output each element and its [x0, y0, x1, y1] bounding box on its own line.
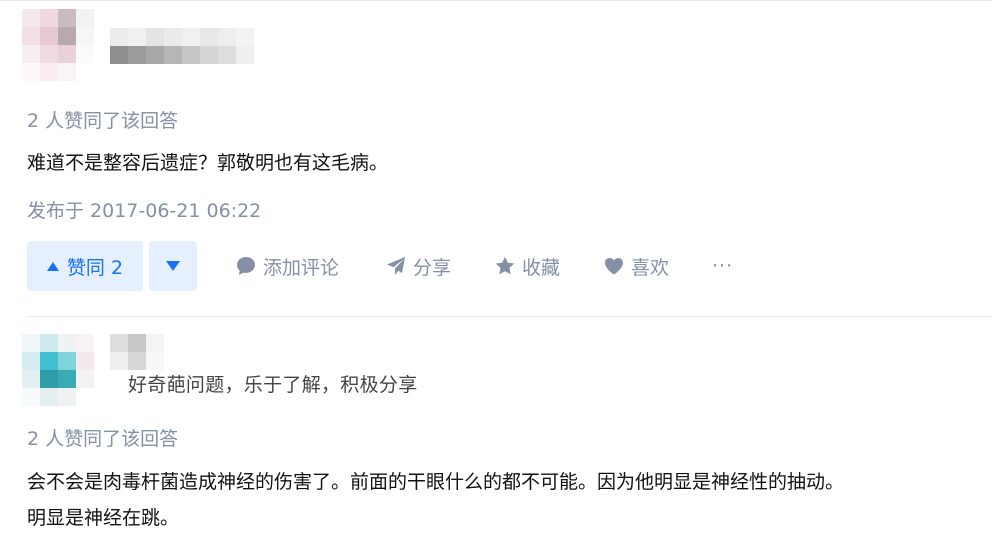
collect-label: 收藏 — [522, 256, 561, 279]
answer-content: 难道不是整容后遗症？郭敬明也有这毛病。 — [27, 152, 389, 174]
star-icon — [495, 256, 515, 275]
like-button[interactable]: 喜欢 — [603, 252, 669, 280]
author-name[interactable] — [110, 28, 254, 64]
comment-label: 添加评论 — [263, 256, 340, 279]
answer-content-line-2: 明显是神经在跳。 — [27, 507, 180, 529]
speech-bubble-icon — [237, 257, 255, 275]
paper-plane-icon — [387, 257, 405, 275]
top-divider — [0, 0, 992, 1]
more-button[interactable]: ··· — [712, 252, 733, 280]
collect-button[interactable]: 收藏 — [494, 252, 560, 280]
downvote-button[interactable] — [149, 241, 197, 291]
share-label: 分享 — [413, 256, 452, 279]
author-avatar[interactable] — [22, 334, 94, 406]
answer-content-line-1: 会不会是肉毒杆菌造成神经的伤害了。前面的干眼什么的都不可能。因为他明显是神经性的… — [27, 471, 845, 493]
publish-time[interactable]: 发布于 2017-06-21 06:22 — [27, 196, 261, 223]
triangle-up-icon — [46, 261, 59, 271]
voters-text: 2 人赞同了该回答 — [27, 428, 179, 450]
upvote-button[interactable]: 赞同 2 — [27, 241, 143, 291]
author-avatar[interactable] — [22, 9, 94, 81]
triangle-down-icon — [166, 261, 180, 271]
vote-buttons: 赞同 2 — [27, 241, 197, 291]
upvote-label: 赞同 2 — [66, 256, 124, 279]
heart-icon — [605, 258, 623, 275]
comment-button[interactable]: 添加评论 — [235, 252, 339, 280]
answer-divider — [27, 316, 992, 317]
author-headline: 好奇葩问题，乐于了解，积极分享 — [128, 374, 418, 396]
more-icon: ··· — [712, 255, 734, 277]
share-button[interactable]: 分享 — [385, 252, 451, 280]
voters-text: 2 人赞同了该回答 — [27, 110, 179, 132]
author-name[interactable] — [110, 334, 254, 370]
like-label: 喜欢 — [631, 256, 670, 279]
